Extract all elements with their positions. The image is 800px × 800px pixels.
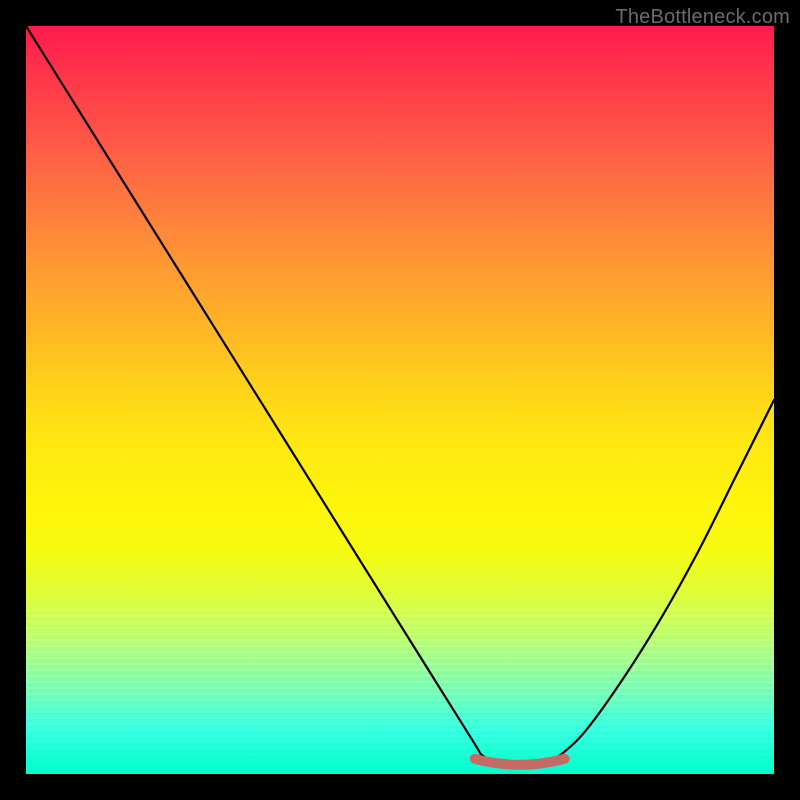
watermark-text: TheBottleneck.com <box>615 6 790 29</box>
chart-frame: TheBottleneck.com <box>0 0 800 800</box>
bottleneck-curve-path <box>26 26 774 767</box>
curve-layer <box>26 26 774 774</box>
trough-highlight <box>475 759 565 765</box>
gradient-banding <box>26 609 774 774</box>
plot-area <box>26 26 774 774</box>
